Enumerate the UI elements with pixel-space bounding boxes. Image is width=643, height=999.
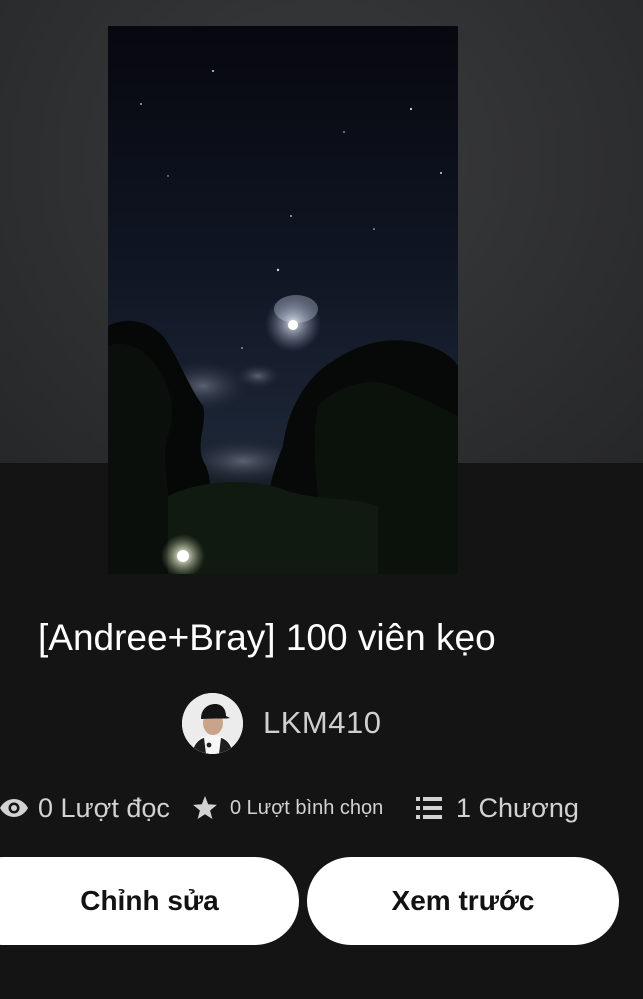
votes-count: 0 Lượt bình chọn bbox=[230, 796, 384, 819]
story-stats: 0 Lượt đọc 0 Lượt bình chọn 1 Chương bbox=[0, 782, 643, 834]
preview-button-label: Xem trước bbox=[391, 885, 535, 916]
author-name[interactable]: LKM410 bbox=[263, 705, 381, 741]
author-row[interactable]: LKM410 bbox=[182, 692, 381, 754]
reads-count: 0 Lượt đọc bbox=[38, 792, 170, 823]
votes-stat: 0 Lượt bình chọn bbox=[192, 782, 383, 834]
chapters-count[interactable]: 1 Chương bbox=[456, 793, 579, 824]
list-icon bbox=[416, 797, 442, 819]
star-icon bbox=[192, 795, 218, 821]
story-cover-image[interactable] bbox=[108, 26, 458, 574]
reads-stat: 0 Lượt đọc bbox=[0, 782, 170, 834]
story-title: [Andree+Bray] 100 viên kẹo bbox=[38, 617, 496, 658]
edit-button[interactable]: Chỉnh sửa bbox=[0, 857, 299, 945]
story-details-page: [Andree+Bray] 100 viên kẹo LKM410 0 Lượt… bbox=[0, 0, 643, 999]
eye-icon bbox=[0, 798, 28, 818]
author-avatar[interactable] bbox=[182, 692, 243, 754]
preview-button[interactable]: Xem trước bbox=[307, 857, 619, 945]
edit-button-label: Chỉnh sửa bbox=[80, 885, 219, 916]
chapters-stat[interactable]: 1 Chương bbox=[416, 782, 579, 834]
